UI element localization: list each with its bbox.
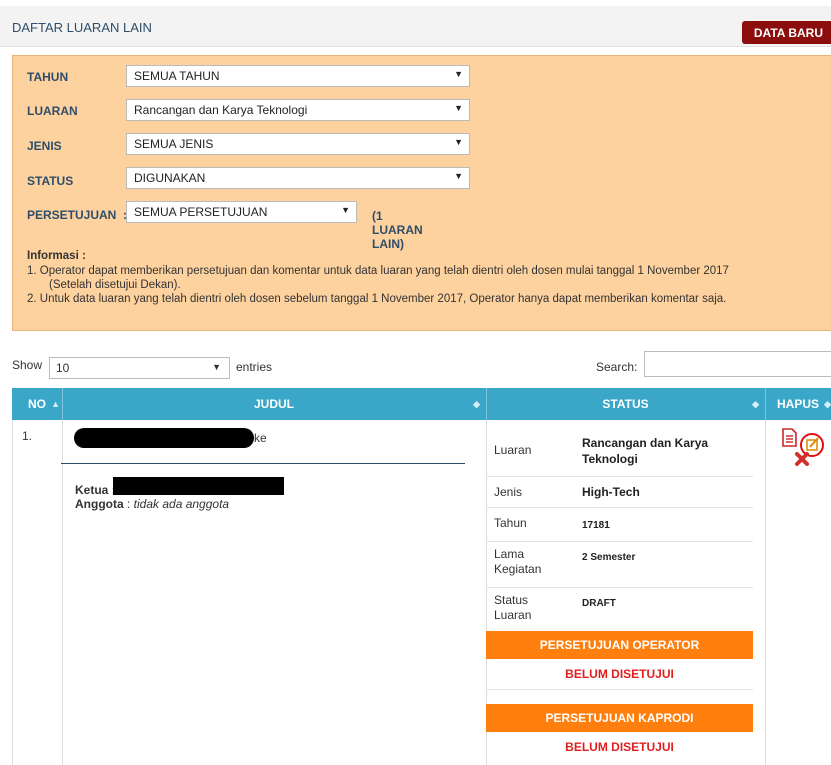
persetujuan-select[interactable]: SEMUA PERSETUJUAN ▼ [126, 201, 357, 223]
info-section: Informasi : 1. Operator dapat memberikan… [27, 249, 817, 306]
action-icons [782, 428, 824, 466]
chevron-down-icon: ▼ [454, 103, 463, 113]
page-header: DAFTAR LUARAN LAIN DATA BARU [0, 6, 831, 47]
table-header: NO ▲ JUDUL ◆ STATUS ◆ HAPUS ◆ [12, 388, 831, 420]
row-number: 1. [22, 429, 33, 443]
info-item-1-cont: (Setelah disetujui Dekan). [49, 279, 181, 291]
luaran-select[interactable]: Rancangan dan Karya Teknologi ▼ [126, 99, 470, 121]
status-row-tahun: Tahun 17181 [486, 508, 753, 542]
chevron-down-icon: ▼ [212, 362, 221, 372]
status-row-luaran: Luaran Rancangan dan Karya Teknologi [486, 427, 753, 477]
sort-icon: ◆ [473, 399, 480, 409]
redacted-title [74, 428, 254, 448]
info-item-2: 2. Untuk data luaran yang telah dientri … [27, 293, 727, 305]
chevron-down-icon: ▼ [454, 137, 463, 147]
column-hapus[interactable]: HAPUS ◆ [765, 388, 831, 420]
chevron-down-icon: ▼ [454, 171, 463, 181]
sort-icon: ◆ [824, 399, 831, 409]
anggota-line: Anggota : tidak ada anggota [75, 497, 230, 511]
filter-label-persetujuan: PERSETUJUAN [27, 208, 117, 222]
delete-icon[interactable] [795, 452, 809, 466]
edit-icon[interactable] [800, 433, 824, 457]
show-label: Show [12, 358, 43, 372]
filter-label-luaran: LUARAN [27, 104, 78, 118]
column-status[interactable]: STATUS ◆ [486, 388, 766, 420]
redacted-ketua [113, 477, 284, 495]
title-suffix: ke [254, 431, 267, 445]
entries-label: entries [236, 360, 273, 374]
approval-kaprodi-header: PERSETUJUAN KAPRODI [486, 704, 753, 732]
page-title: DAFTAR LUARAN LAIN [12, 20, 152, 35]
filter-label-tahun: TAHUN [27, 70, 69, 84]
document-icon[interactable] [782, 428, 797, 447]
filter-label-status: STATUS [27, 174, 74, 188]
search-label: Search: [596, 360, 638, 374]
chevron-down-icon: ▼ [454, 69, 463, 79]
luaran-count: (1 LUARAN LAIN) [372, 209, 423, 251]
chevron-down-icon: ▼ [341, 205, 350, 215]
ketua-line: Ketua : [75, 483, 116, 497]
sort-icon: ▲ [51, 399, 60, 409]
status-details: Luaran Rancangan dan Karya Teknologi Jen… [486, 427, 753, 762]
filter-label-jenis: JENIS [27, 139, 62, 153]
status-select[interactable]: DIGUNAKAN ▼ [126, 167, 470, 189]
column-judul[interactable]: JUDUL ◆ [62, 388, 487, 420]
status-row-status-luaran: Status Luaran DRAFT [494, 593, 616, 622]
approval-kaprodi-status: BELUM DISETUJUI [565, 740, 674, 754]
jenis-select[interactable]: SEMUA JENIS ▼ [126, 133, 470, 155]
entries-select[interactable]: 10 ▼ [49, 357, 230, 379]
status-row-lama: Lama Kegiatan 2 Semester [486, 542, 753, 588]
approval-operator-header: PERSETUJUAN OPERATOR [486, 631, 753, 659]
info-item-1: 1. Operator dapat memberikan persetujuan… [27, 265, 729, 277]
tahun-select[interactable]: SEMUA TAHUN ▼ [126, 65, 470, 87]
divider [61, 463, 465, 464]
info-title: Informasi : [27, 250, 86, 262]
new-data-button[interactable]: DATA BARU [741, 21, 831, 44]
column-no[interactable]: NO ▲ [12, 388, 63, 420]
status-row-jenis: Jenis High-Tech [486, 477, 753, 508]
filter-panel: TAHUN : SEMUA TAHUN ▼ LUARAN : Rancangan… [12, 55, 831, 331]
row-actions [782, 428, 831, 481]
search-input[interactable] [644, 351, 831, 377]
approval-operator-status: BELUM DISETUJUI [486, 659, 753, 690]
sort-icon: ◆ [752, 399, 759, 409]
